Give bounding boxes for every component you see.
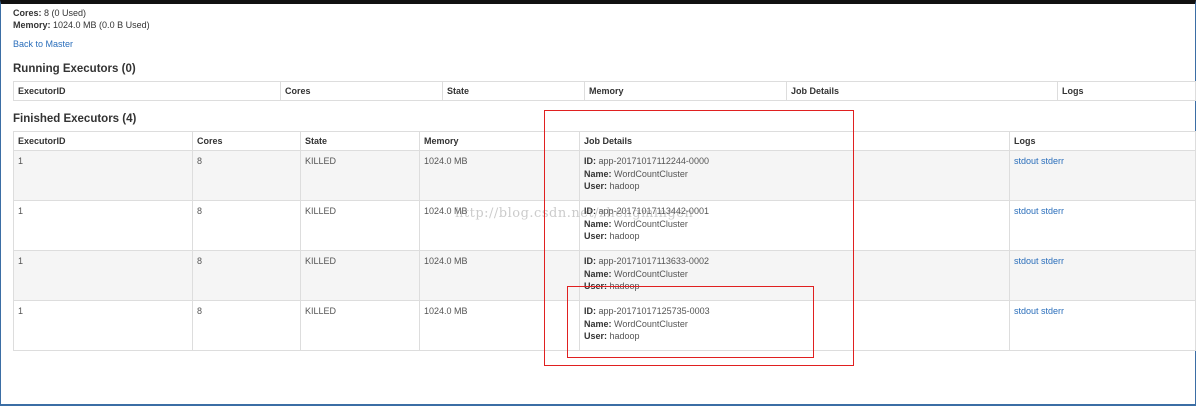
col-header-job-details[interactable]: Job Details (786, 81, 1058, 101)
user-label: User: (584, 281, 608, 291)
memory-cell: 1024.0 MB (419, 250, 580, 301)
cores-cell: 8 (192, 250, 301, 301)
job-details-cell: ID: app-20171017113442-0001 Name: WordCo… (579, 200, 1010, 251)
name-label: Name: (584, 268, 612, 279)
cores-value: 8 (0 Used) (44, 8, 87, 18)
memory-cell: 1024.0 MB (419, 300, 580, 351)
user-label: User: (584, 181, 608, 191)
col-header-cores[interactable]: Cores (280, 81, 443, 101)
table-row: 1 8 KILLED 1024.0 MB ID: app-20171017113… (13, 250, 1196, 301)
app-user: hadoop (609, 331, 640, 341)
user-label: User: (584, 231, 608, 241)
stdout-link[interactable]: stdout (1014, 306, 1039, 316)
table-row: 1 8 KILLED 1024.0 MB ID: app-20171017125… (13, 300, 1196, 351)
state-cell: KILLED (300, 300, 420, 351)
table-row: 1 8 KILLED 1024.0 MB ID: app-20171017113… (13, 200, 1196, 251)
app-id: app-20171017113442-0001 (598, 206, 709, 216)
id-label: ID: (584, 206, 596, 216)
app-user: hadoop (609, 231, 640, 241)
state-cell: KILLED (300, 200, 420, 251)
cores-line: Cores: 8 (0 Used) (13, 7, 150, 19)
cores-cell: 8 (192, 200, 301, 251)
stderr-link[interactable]: stderr (1041, 206, 1064, 216)
job-details-cell: ID: app-20171017125735-0003 Name: WordCo… (579, 300, 1010, 351)
stdout-link[interactable]: stdout (1014, 206, 1039, 216)
memory-line: Memory: 1024.0 MB (0.0 B Used) (13, 19, 150, 31)
logs-cell: stdout stderr (1009, 200, 1196, 251)
col-header-job-details[interactable]: Job Details (579, 131, 1010, 151)
stderr-link[interactable]: stderr (1041, 306, 1064, 316)
executor-id-cell: 1 (13, 150, 193, 201)
app-name: WordCountCluster (614, 218, 688, 229)
stdout-link[interactable]: stdout (1014, 256, 1039, 266)
app-id: app-20171017125735-0003 (598, 306, 710, 316)
logs-cell: stdout stderr (1009, 250, 1196, 301)
app-name: WordCountCluster (614, 318, 688, 329)
col-header-executorid[interactable]: ExecutorID (13, 81, 281, 101)
app-id: app-20171017113633-0002 (598, 256, 709, 266)
stderr-link[interactable]: stderr (1041, 156, 1064, 166)
stdout-link[interactable]: stdout (1014, 156, 1039, 166)
col-header-memory[interactable]: Memory (584, 81, 787, 101)
cores-label: Cores: (13, 8, 42, 18)
cores-cell: 8 (192, 300, 301, 351)
executor-id-cell: 1 (13, 300, 193, 351)
logs-cell: stdout stderr (1009, 300, 1196, 351)
id-label: ID: (584, 306, 596, 316)
col-header-state[interactable]: State (442, 81, 585, 101)
finished-executors-table: ExecutorID Cores State Memory Job Detail… (13, 131, 1196, 351)
finished-header-row: ExecutorID Cores State Memory Job Detail… (13, 131, 1196, 151)
worker-summary: Cores: 8 (0 Used) Memory: 1024.0 MB (0.0… (13, 7, 150, 31)
app-id: app-20171017112244-0000 (598, 156, 709, 166)
name-label: Name: (584, 168, 612, 179)
app-user: hadoop (609, 281, 640, 291)
app-name: WordCountCluster (614, 168, 688, 179)
cores-cell: 8 (192, 150, 301, 201)
col-header-memory[interactable]: Memory (419, 131, 580, 151)
memory-cell: 1024.0 MB (419, 200, 580, 251)
stderr-link[interactable]: stderr (1041, 256, 1064, 266)
finished-executors-title: Finished Executors (4) (13, 113, 137, 125)
user-label: User: (584, 331, 608, 341)
job-details-cell: ID: app-20171017112244-0000 Name: WordCo… (579, 150, 1010, 201)
col-header-logs[interactable]: Logs (1009, 131, 1196, 151)
running-executors-table: ExecutorID Cores State Memory Job Detail… (13, 81, 1196, 101)
executor-id-cell: 1 (13, 250, 193, 301)
memory-label: Memory: (13, 20, 51, 30)
memory-value: 1024.0 MB (0.0 B Used) (53, 20, 150, 30)
state-cell: KILLED (300, 250, 420, 301)
col-header-state[interactable]: State (300, 131, 420, 151)
table-row: 1 8 KILLED 1024.0 MB ID: app-20171017112… (13, 150, 1196, 201)
name-label: Name: (584, 218, 612, 229)
state-cell: KILLED (300, 150, 420, 201)
col-header-cores[interactable]: Cores (192, 131, 301, 151)
running-executors-title: Running Executors (0) (13, 63, 136, 75)
name-label: Name: (584, 318, 612, 329)
running-header-row: ExecutorID Cores State Memory Job Detail… (13, 81, 1196, 101)
id-label: ID: (584, 256, 596, 266)
col-header-executorid[interactable]: ExecutorID (13, 131, 193, 151)
job-details-cell: ID: app-20171017113633-0002 Name: WordCo… (579, 250, 1010, 301)
col-header-logs[interactable]: Logs (1057, 81, 1196, 101)
executor-id-cell: 1 (13, 200, 193, 251)
app-user: hadoop (609, 181, 640, 191)
id-label: ID: (584, 156, 596, 166)
logs-cell: stdout stderr (1009, 150, 1196, 201)
back-to-master-link[interactable]: Back to Master (13, 39, 73, 49)
app-name: WordCountCluster (614, 268, 688, 279)
memory-cell: 1024.0 MB (419, 150, 580, 201)
